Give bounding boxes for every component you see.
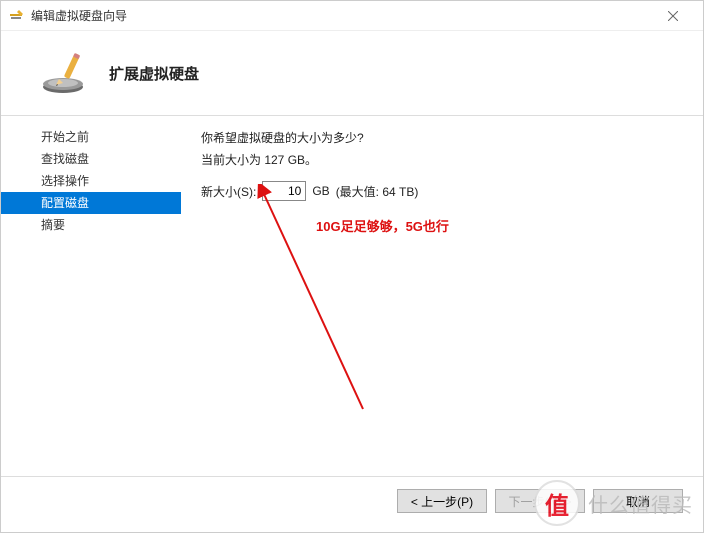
disk-pencil-icon [41,49,89,97]
previous-button[interactable]: < 上一步(P) [397,489,487,513]
watermark: 值 什么值得买 [524,474,703,532]
sidebar-item-configure-disk[interactable]: 配置磁盘 [1,192,181,214]
size-max: (最大值: 64 TB) [336,183,419,200]
body: 开始之前 查找磁盘 选择操作 配置磁盘 摘要 你希望虚拟硬盘的大小为多少? 当前… [1,116,703,476]
sidebar: 开始之前 查找磁盘 选择操作 配置磁盘 摘要 [1,116,181,476]
content-panel: 你希望虚拟硬盘的大小为多少? 当前大小为 127 GB。 新大小(S): GB … [181,116,703,476]
question-text: 你希望虚拟硬盘的大小为多少? [201,128,683,150]
new-size-label: 新大小(S): [201,183,256,200]
watermark-text: 什么值得买 [588,489,693,518]
sidebar-item-summary[interactable]: 摘要 [1,214,181,236]
titlebar: 编辑虚拟硬盘向导 [1,1,703,31]
annotation-text: 10G足足够够，5G也行 [316,216,449,235]
size-unit: GB [312,184,329,198]
sidebar-item-choose-action[interactable]: 选择操作 [1,170,181,192]
app-icon [9,8,25,24]
current-size-text: 当前大小为 127 GB。 [201,150,683,172]
header-section: 扩展虚拟硬盘 [1,31,703,116]
wizard-window: 编辑虚拟硬盘向导 扩展虚拟硬盘 开始之前 查找磁盘 选择操作 [0,0,704,533]
annotation-arrow [253,184,373,414]
new-size-input[interactable] [262,181,306,201]
window-title: 编辑虚拟硬盘向导 [31,7,650,24]
sidebar-item-locate-disk[interactable]: 查找磁盘 [1,148,181,170]
watermark-logo: 值 [534,480,580,526]
size-row: 新大小(S): GB (最大值: 64 TB) [201,181,683,201]
close-button[interactable] [650,2,695,30]
sidebar-item-before-begin[interactable]: 开始之前 [1,126,181,148]
page-title: 扩展虚拟硬盘 [109,63,199,84]
